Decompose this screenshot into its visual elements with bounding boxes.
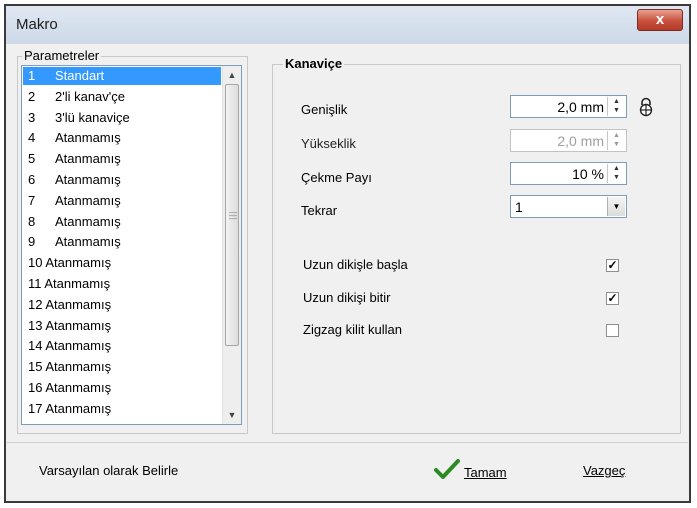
list-item-label: 15 Atanmamış [28,359,112,375]
dialog-body: Parametreler 1 Standart 2 2'li kanav'çe 3 3'l… [6,44,689,501]
check-label-2: Uzun dikişi bitir [303,290,391,305]
cancel-button-label: Vazgeç [583,463,626,478]
list-item-number: 1 [28,68,36,83]
parameters-list[interactable]: 1 Standart 2 2'li kanav'çe 3 3'lü kanaviçe 4 At… [21,65,242,425]
cekme-value: 10 % [572,166,604,182]
list-item-number: 3 [28,109,36,125]
list-item-label: Standart [55,68,105,83]
tekrar-select[interactable]: 1 ▼ [510,195,627,218]
list-item[interactable]: 4 Atanmamış [23,129,221,147]
kanavice-group: Kanaviçe Genişlik 2,0 mm ▲ ▼ Yükseklik 2,… [272,56,681,434]
list-scrollbar[interactable]: ▲ ― ― ― ▼ [222,66,241,424]
list-item-number: 8 [28,213,36,229]
list-item-label: Atanmamış [55,234,121,250]
spin-up-icon[interactable]: ▲ [608,164,625,173]
lock-icon[interactable] [637,97,655,117]
list-item-number: 2 [28,88,36,104]
list-item[interactable]: 1 Standart [23,67,221,85]
tekrar-value: 1 [515,199,523,215]
list-item-label: 10 Atanmamış [28,255,112,271]
list-item-label: Atanmamış [55,172,121,187]
tekrar-label: Tekrar [301,203,338,218]
parameters-legend: Parametreler [22,48,102,63]
ok-button-label: Tamam [464,465,507,480]
list-item-label: Atanmamış [55,213,121,229]
list-item[interactable]: 11 Atanmamış [23,275,221,293]
title-bar: Makro x [6,6,689,45]
default-button-label: Varsayılan olarak Belirle [39,463,179,478]
list-item-label: 12 Atanmamış [28,296,112,312]
uzun-baslat-checkbox[interactable]: ✓ [606,259,619,272]
list-item-label: 14 Atanmamış [28,338,112,354]
spin-down-icon: ▼ [613,141,620,148]
yukseklik-value: 2,0 mm [557,133,604,149]
list-item[interactable]: 14 Atanmamış [23,337,221,355]
check-label-1: Uzun dikişle başla [303,257,408,272]
list-item-label: Atanmamış [55,130,121,146]
list-item[interactable]: 8 Atanmamış [23,213,221,231]
close-icon: x [655,11,665,28]
scroll-up-icon[interactable]: ▲ [225,68,239,82]
ok-button[interactable]: Tamam [434,459,507,483]
list-item[interactable]: 9 Atanmamış [23,233,221,251]
list-item-label: 13 Atanmamış [28,317,112,333]
list-item[interactable]: 3 3'lü kanaviçe [23,109,221,127]
genislik-label: Genişlik [301,102,348,117]
list-item[interactable]: 16 Atanmamış [23,379,221,397]
list-item-number: 6 [28,172,36,187]
list-item-label: Atanmamış [55,151,121,167]
genislik-value: 2,0 mm [557,99,604,115]
checkmark-icon [434,459,460,487]
cekme-spin-buttons[interactable]: ▲ ▼ [607,164,625,183]
cekme-spinner[interactable]: 10 % ▲ ▼ [510,162,627,185]
genislik-spin-buttons[interactable]: ▲ ▼ [607,97,625,116]
spin-down-icon[interactable]: ▼ [608,173,625,182]
list-item-number: 7 [28,192,36,208]
genislik-spinner[interactable]: 2,0 mm ▲ ▼ [510,95,627,118]
default-button[interactable]: Varsayılan olarak Belirle [39,459,178,483]
check-label-3: Zigzag kilit kullan [303,322,402,337]
chevron-down-icon[interactable]: ▼ [607,197,625,216]
list-item[interactable]: 13 Atanmamış [23,317,221,335]
cancel-button[interactable]: Vazgeç [583,459,625,483]
footer-divider [7,442,688,443]
list-item[interactable]: 5 Atanmamış [23,150,221,168]
yukseklik-label: Yükseklik [301,136,356,151]
list-item-label: Atanmamış [55,192,121,208]
list-item[interactable]: 17 Atanmamış [23,400,221,418]
spin-down-icon[interactable]: ▼ [608,106,625,115]
list-item-number: 4 [28,130,36,146]
close-button[interactable]: x [637,9,683,31]
uzun-bitir-checkbox[interactable]: ✓ [606,292,619,305]
yukseklik-spinner: 2,0 mm ▲ ▼ [510,129,627,152]
kanavice-legend: Kanaviçe [283,56,345,71]
list-item-label: 11 Atanmamış [28,276,111,291]
list-item[interactable]: 2 2'li kanav'çe [23,88,221,106]
list-item-label: 3'lü kanaviçe [55,109,130,125]
list-item[interactable]: 7 Atanmamış [23,192,221,210]
spin-up-icon: ▲ [613,132,620,139]
spin-up-icon[interactable]: ▲ [608,97,625,106]
cekme-label: Çekme Payı [301,170,372,185]
zigzag-checkbox[interactable] [606,324,619,337]
list-item[interactable]: 6 Atanmamış [23,171,221,189]
yukseklik-spin-buttons: ▲ ▼ [607,131,625,150]
window-title: Makro [16,16,58,33]
list-item[interactable]: 10 Atanmamış [23,254,221,272]
list-item-label: 16 Atanmamış [28,380,112,395]
makro-dialog: Makro x Parametreler 1 Standart 2 2'li kana… [4,4,691,503]
scroll-thumb[interactable]: ― ― ― [225,84,239,346]
parameters-group: Parametreler 1 Standart 2 2'li kanav'çe 3 3'l… [17,48,248,434]
list-item-number: 9 [28,234,36,250]
list-item-label: 2'li kanav'çe [55,88,126,104]
scroll-down-icon[interactable]: ▼ [225,408,239,422]
list-item-label: 17 Atanmamış [28,400,112,416]
list-item-number: 5 [28,151,36,167]
grip-icon: ― ― ― [229,208,237,223]
list-item[interactable]: 15 Atanmamış [23,358,221,376]
list-item[interactable]: 12 Atanmamış [23,296,221,314]
